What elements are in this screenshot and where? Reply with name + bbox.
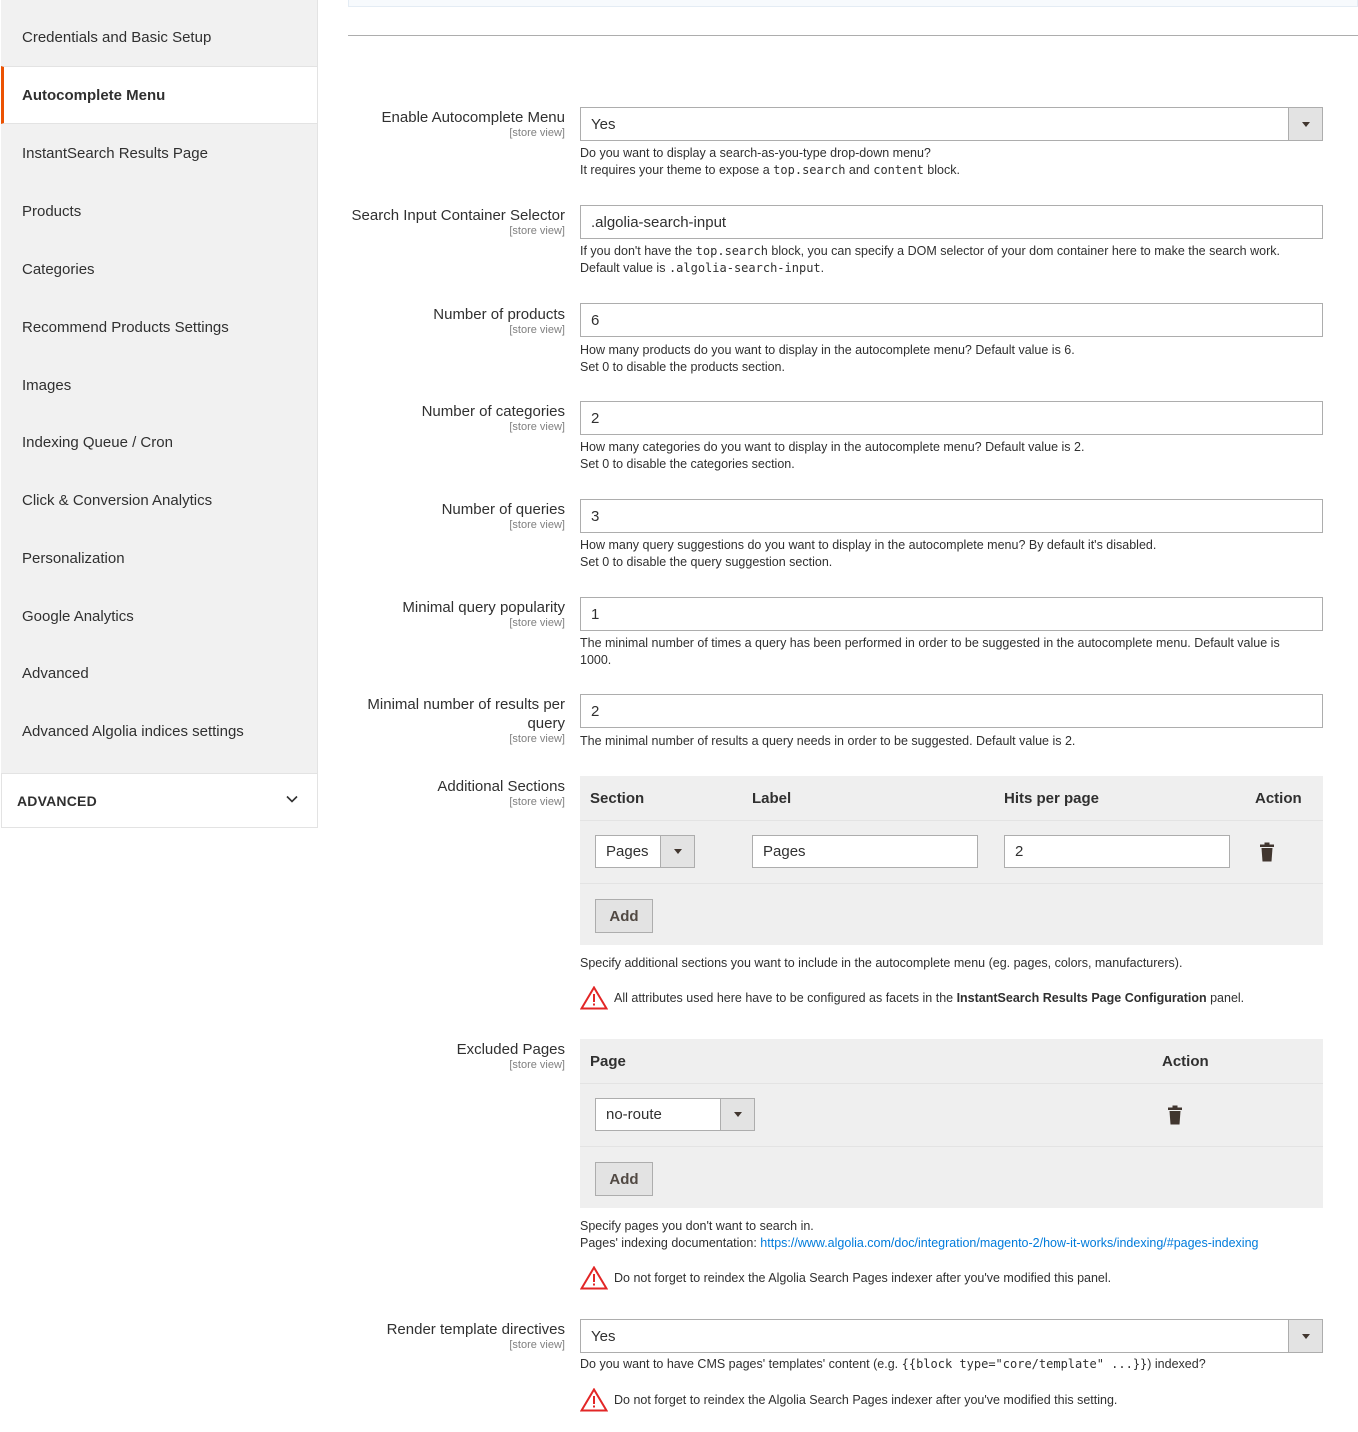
select-value: Yes (591, 115, 616, 133)
sidebar-item-label: Google Analytics (22, 607, 134, 625)
min-popularity-input[interactable]: 1 (580, 597, 1323, 631)
column-header-page: Page (590, 1053, 626, 1070)
sidebar-item-label: Advanced Algolia indices settings (22, 722, 244, 740)
field-note-enable-autocomplete: Do you want to display a search-as-you-t… (580, 146, 960, 177)
field-note-number-products: How many products do you want to display… (580, 343, 1075, 374)
column-header-label: Label (752, 790, 792, 807)
sidebar-item-analytics[interactable]: Click & Conversion Analytics (1, 471, 317, 529)
add-page-button[interactable]: Add (595, 1162, 653, 1196)
field-label-excluded-pages: Excluded Pages [store view] (456, 1041, 565, 1071)
field-label-render-template: Render template directives [store view] (386, 1321, 565, 1351)
sidebar-item-label: Advanced (22, 664, 89, 682)
top-panel-edge (348, 0, 1358, 7)
field-note-additional-sections: Specify additional sections you want to … (580, 956, 1183, 970)
warning-additional-sections: All attributes used here have to be conf… (580, 986, 1244, 1010)
sidebar-item-label: Categories (22, 260, 95, 278)
field-label-enable-autocomplete: Enable Autocomplete Menu [store view] (381, 109, 565, 139)
sidebar-item-label: Credentials and Basic Setup (22, 29, 212, 46)
warning-icon (580, 1388, 608, 1412)
field-note-render-template: Do you want to have CMS pages' templates… (580, 1357, 1206, 1371)
dropdown-arrow-icon[interactable] (720, 1099, 754, 1130)
column-header-section: Section (590, 790, 645, 807)
sidebar-item-instantsearch[interactable]: InstantSearch Results Page (1, 124, 317, 182)
warning-icon (580, 986, 608, 1010)
field-label-min-popularity: Minimal query popularity [store view] (402, 599, 565, 629)
warning-render-template: Do not forget to reindex the Algolia Sea… (580, 1388, 1117, 1412)
sidebar-item-label: Click & Conversion Analytics (22, 491, 213, 509)
sidebar-item-indexing-queue[interactable]: Indexing Queue / Cron (1, 413, 317, 471)
enable-autocomplete-select[interactable]: Yes (580, 107, 1323, 141)
sidebar-item-categories[interactable]: Categories (1, 240, 317, 298)
number-products-input[interactable]: 6 (580, 303, 1323, 337)
field-note-number-queries: How many query suggestions do you want t… (580, 538, 1157, 569)
hits-per-page-input[interactable]: 2 (1004, 835, 1230, 868)
field-label-number-categories: Number of categories [store view] (421, 403, 565, 433)
sidebar-item-label: Personalization (22, 549, 125, 567)
sidebar-item-label: Autocomplete Menu (22, 86, 166, 104)
section-title: ADVANCED (17, 792, 97, 809)
search-selector-input[interactable]: .algolia-search-input (580, 205, 1323, 239)
number-queries-input[interactable]: 3 (580, 499, 1323, 533)
min-results-input[interactable]: 2 (580, 694, 1323, 728)
dropdown-arrow-icon[interactable] (1288, 1320, 1322, 1352)
page-select[interactable]: no-route (595, 1098, 755, 1131)
sidebar-item-label: Images (22, 376, 72, 394)
render-template-select[interactable]: Yes (580, 1319, 1323, 1353)
sidebar-item-images[interactable]: Images (1, 356, 317, 414)
sidebar-item-recommend[interactable]: Recommend Products Settings (1, 298, 317, 356)
trash-icon[interactable] (1167, 1105, 1183, 1125)
dropdown-arrow-icon[interactable] (1288, 108, 1322, 140)
excluded-pages-table: Page Action no-route Add (580, 1039, 1323, 1208)
field-note-search-selector: If you don't have the top.search block, … (580, 244, 1280, 275)
sidebar-item-label: Recommend Products Settings (22, 318, 229, 336)
pages-indexing-doc-link[interactable]: https://www.algolia.com/doc/integration/… (760, 1236, 1258, 1250)
sidebar-item-personalization[interactable]: Personalization (1, 529, 317, 587)
field-label-search-selector: Search Input Container Selector [store v… (351, 207, 565, 237)
field-label-min-results: Minimal number of results per query [sto… (367, 696, 565, 745)
warning-excluded-pages: Do not forget to reindex the Algolia Sea… (580, 1266, 1111, 1290)
field-label-number-queries: Number of queries [store view] (441, 501, 565, 531)
column-header-action: Action (1255, 790, 1302, 807)
sidebar-item-advanced-indices[interactable]: Advanced Algolia indices settings (1, 702, 317, 760)
section-label-input[interactable]: Pages (752, 835, 978, 868)
add-section-button[interactable]: Add (595, 899, 653, 933)
sidebar-item-label: Indexing Queue / Cron (22, 433, 173, 451)
field-note-number-categories: How many categories do you want to displ… (580, 440, 1085, 471)
trash-icon[interactable] (1259, 842, 1275, 862)
sidebar-item-label: InstantSearch Results Page (22, 144, 208, 162)
field-note-excluded-pages: Specify pages you don't want to search i… (580, 1219, 1259, 1250)
table-header: Page Action (580, 1039, 1323, 1084)
number-categories-input[interactable]: 2 (580, 401, 1323, 435)
table-header: Section Label Hits per page Action (580, 776, 1323, 821)
chevron-down-icon (286, 795, 298, 803)
sidebar-item-products[interactable]: Products (1, 182, 317, 240)
sidebar-item-autocomplete-menu[interactable]: Autocomplete Menu (1, 66, 317, 124)
section-select[interactable]: Pages (595, 835, 695, 868)
config-sidebar: Credentials and Basic Setup Autocomplete… (1, 0, 318, 773)
advanced-section-toggle[interactable]: ADVANCED (1, 773, 318, 828)
additional-sections-table: Section Label Hits per page Action Pages… (580, 776, 1323, 945)
column-header-action: Action (1162, 1053, 1209, 1070)
dropdown-arrow-icon[interactable] (660, 836, 694, 867)
scope-label: [store view] (509, 127, 565, 139)
sidebar-item-credentials[interactable]: Credentials and Basic Setup (1, 9, 317, 67)
field-label-number-products: Number of products [store view] (433, 306, 565, 336)
field-label-additional-sections: Additional Sections [store view] (437, 778, 565, 808)
sidebar-item-google-analytics[interactable]: Google Analytics (1, 587, 317, 645)
sidebar-item-advanced[interactable]: Advanced (1, 644, 317, 702)
field-note-min-popularity: The minimal number of times a query has … (580, 636, 1280, 667)
field-note-min-results: The minimal number of results a query ne… (580, 734, 1076, 748)
sidebar-item-label: Products (22, 202, 82, 220)
divider (348, 35, 1358, 36)
warning-icon (580, 1266, 608, 1290)
table-row: Pages Pages 2 (580, 821, 1323, 884)
column-header-hits: Hits per page (1004, 790, 1100, 807)
table-row: no-route (580, 1084, 1323, 1147)
